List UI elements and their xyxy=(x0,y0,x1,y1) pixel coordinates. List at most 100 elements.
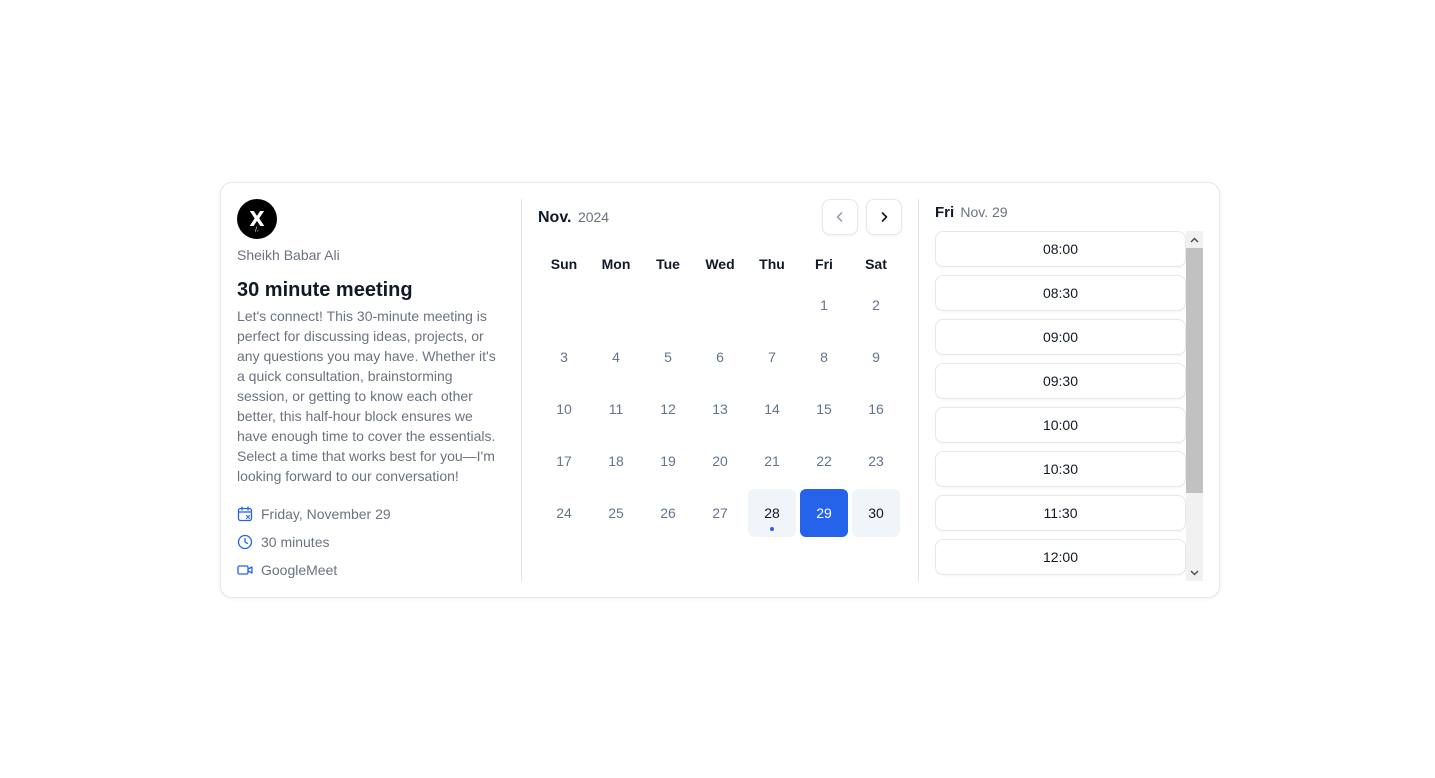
divider xyxy=(521,199,522,582)
day-4: 4 xyxy=(592,333,640,381)
chevron-right-icon xyxy=(881,212,888,222)
day-25: 25 xyxy=(592,489,640,537)
weekday-wed: Wed xyxy=(705,256,735,272)
day-number: 21 xyxy=(764,453,780,469)
scrollbar[interactable] xyxy=(1186,231,1203,581)
meeting-location: GoogleMeet xyxy=(261,562,338,578)
host-name: Sheikh Babar Ali xyxy=(237,247,340,263)
previous-month-button[interactable] xyxy=(822,199,858,235)
day-number: 20 xyxy=(712,453,728,469)
calendar-days-grid: 1 2 3 4 5 6 7 8 9 10 11 12 13 14 15 16 17 18 19 20 21 22 23 24 2… xyxy=(538,279,902,539)
time-slot-button[interactable]: 11:30 xyxy=(935,495,1186,531)
day-number: 30 xyxy=(868,505,884,521)
day-number: 24 xyxy=(556,505,572,521)
day-number: 17 xyxy=(556,453,572,469)
calendar: Nov. 2024 Sun Mon Tue Wed Thu Fri Sat 12345678… xyxy=(538,199,902,539)
time-slot-button[interactable]: 08:00 xyxy=(935,231,1186,267)
meeting-date: Friday, November 29 xyxy=(261,506,391,522)
time-slot-button[interactable]: 08:30 xyxy=(935,275,1186,311)
day-20: 20 xyxy=(696,437,744,485)
day-number: 13 xyxy=(712,401,728,417)
weekday-thu: Thu xyxy=(759,256,785,272)
day-10: 10 xyxy=(540,385,588,433)
day-number: 6 xyxy=(716,349,724,365)
day-5: 5 xyxy=(644,333,692,381)
weekday-fri: Fri xyxy=(815,256,833,272)
time-slots-panel: Fri Nov. 29 08:00 08:30 09:00 09:30 10:00 10:… xyxy=(935,199,1203,583)
weekday-mon: Mon xyxy=(601,256,631,272)
day-24: 24 xyxy=(540,489,588,537)
day-number: 14 xyxy=(764,401,780,417)
time-slot-button[interactable]: 10:00 xyxy=(935,407,1186,443)
meeting-info-panel: X /, Sheikh Babar Ali 30 minute meeting … xyxy=(237,199,505,583)
avatar-mark: /, xyxy=(255,226,259,233)
caret-up-icon xyxy=(1190,236,1199,243)
calendar-month-label: Nov. 2024 xyxy=(538,209,609,227)
slots-header: Fri Nov. 29 xyxy=(935,199,1203,229)
day-number: 10 xyxy=(556,401,572,417)
day-number: 18 xyxy=(608,453,624,469)
avatar: X /, xyxy=(237,199,277,239)
day-13: 13 xyxy=(696,385,744,433)
divider xyxy=(918,199,919,582)
day-number: 5 xyxy=(664,349,672,365)
slots-day: Fri xyxy=(935,204,955,221)
calendar-month: Nov. xyxy=(538,209,572,226)
today-indicator xyxy=(770,527,774,531)
day-number: 28 xyxy=(764,505,780,521)
slots-date: Nov. 29 xyxy=(960,204,1008,220)
day-number: 9 xyxy=(872,349,880,365)
time-slot-button[interactable]: 12:00 xyxy=(935,539,1186,575)
day-number: 25 xyxy=(608,505,624,521)
day-number: 8 xyxy=(820,349,828,365)
weekday-sat: Sat xyxy=(865,256,887,272)
day-11: 11 xyxy=(592,385,640,433)
day-29[interactable]: 29 xyxy=(800,489,848,537)
scroll-down-arrow[interactable] xyxy=(1186,564,1203,581)
day-21: 21 xyxy=(748,437,796,485)
meeting-meta: Friday, November 29 30 minutes GoogleMee… xyxy=(237,500,505,584)
day-16: 16 xyxy=(852,385,900,433)
day-number: 15 xyxy=(816,401,832,417)
day-7: 7 xyxy=(748,333,796,381)
day-number: 27 xyxy=(712,505,728,521)
booking-card: X /, Sheikh Babar Ali 30 minute meeting … xyxy=(220,182,1220,598)
day-number: 1 xyxy=(820,297,828,313)
meeting-duration: 30 minutes xyxy=(261,534,330,550)
day-number: 19 xyxy=(660,453,676,469)
caret-down-icon xyxy=(1190,569,1199,576)
day-number: 29 xyxy=(816,505,832,521)
day-1: 1 xyxy=(800,281,848,329)
meeting-title: 30 minute meeting xyxy=(237,279,413,301)
day-number: 22 xyxy=(816,453,832,469)
time-slot-button[interactable]: 09:30 xyxy=(935,363,1186,399)
time-slot-items: 08:00 08:30 09:00 09:30 10:00 10:30 11:30 12:00 xyxy=(935,231,1203,575)
day-number: 3 xyxy=(560,349,568,365)
scrollbar-thumb[interactable] xyxy=(1186,248,1203,493)
day-number: 12 xyxy=(660,401,676,417)
day-number: 23 xyxy=(868,453,884,469)
day-number: 2 xyxy=(872,297,880,313)
day-number: 4 xyxy=(612,349,620,365)
next-month-button[interactable] xyxy=(866,199,902,235)
day-30[interactable]: 30 xyxy=(852,489,900,537)
scroll-up-arrow[interactable] xyxy=(1186,231,1203,248)
day-number: 11 xyxy=(608,401,624,417)
time-slot-list[interactable]: 08:00 08:30 09:00 09:30 10:00 10:30 11:30 12:00 xyxy=(935,231,1203,581)
video-icon xyxy=(237,562,253,578)
weekday-tue: Tue xyxy=(656,256,680,272)
weekday-header-row: Sun Mon Tue Wed Thu Fri Sat xyxy=(538,253,902,275)
day-28[interactable]: 28 xyxy=(748,489,796,537)
calendar-header: Nov. 2024 xyxy=(538,199,902,237)
day-8: 8 xyxy=(800,333,848,381)
time-slot-button[interactable]: 10:30 xyxy=(935,451,1186,487)
day-6: 6 xyxy=(696,333,744,381)
clock-icon xyxy=(237,534,253,550)
calendar-year: 2024 xyxy=(577,209,610,225)
day-23: 23 xyxy=(852,437,900,485)
meeting-location-row: GoogleMeet xyxy=(237,556,505,584)
day-18: 18 xyxy=(592,437,640,485)
meeting-description: Let's connect! This 30-minute meeting is… xyxy=(237,308,496,484)
day-27: 27 xyxy=(696,489,744,537)
time-slot-button[interactable]: 09:00 xyxy=(935,319,1186,355)
